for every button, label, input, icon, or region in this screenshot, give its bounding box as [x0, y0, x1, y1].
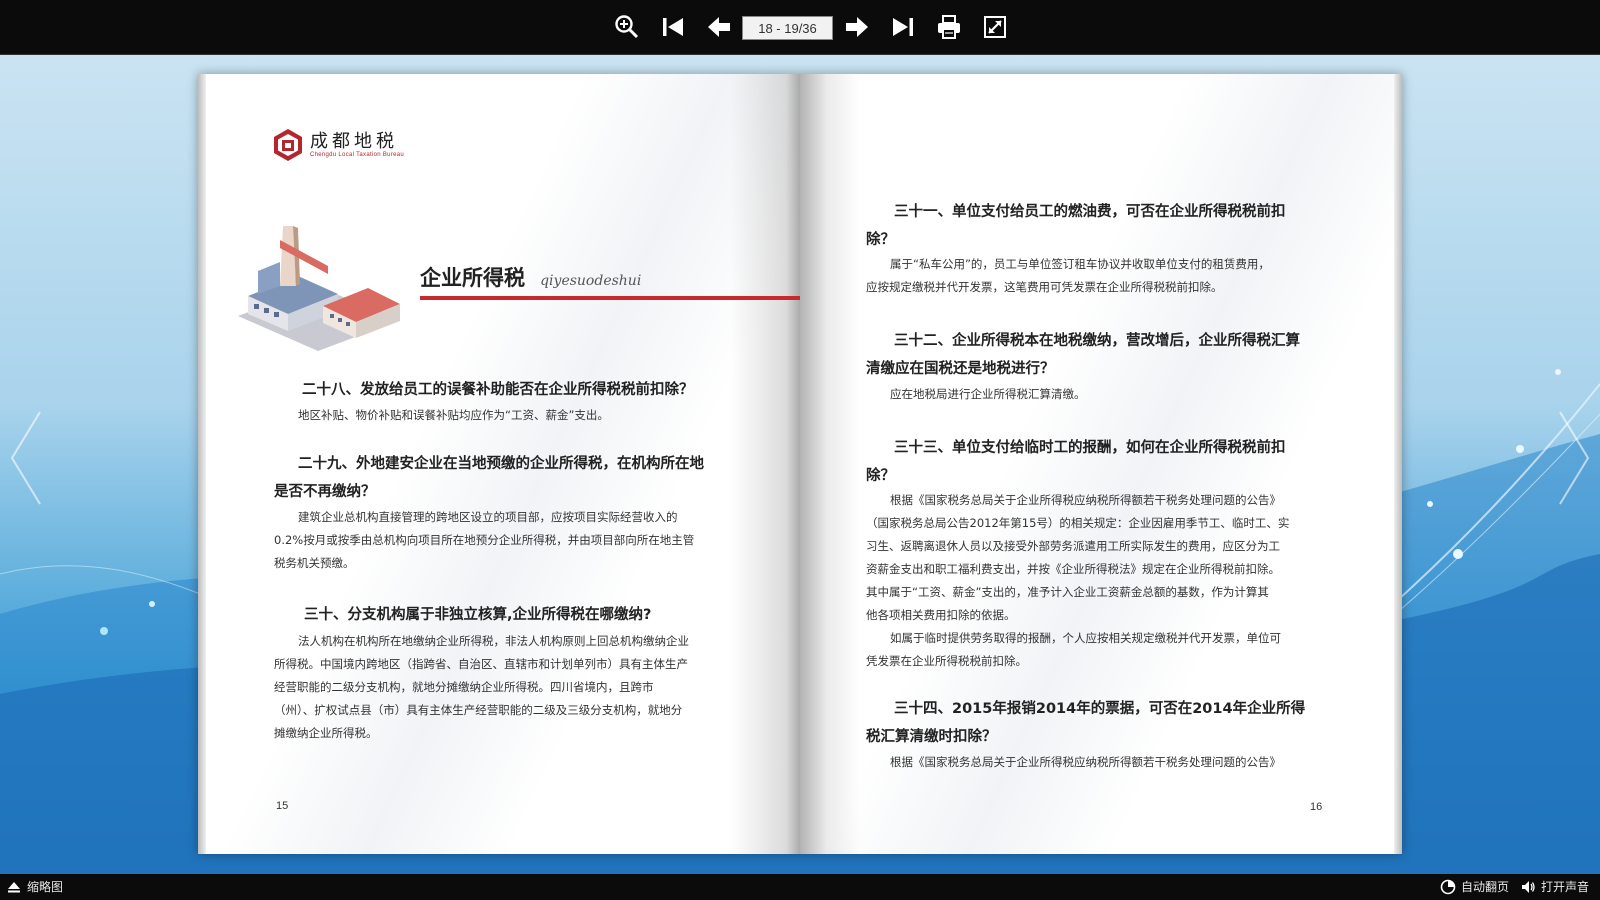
question-29-line1: 二十九、外地建安企业在当地预缴的企业所得税，在机构所在地	[298, 456, 704, 472]
answer-29-line1: 建筑企业总机构直接管理的跨地区设立的项目部，应按项目实际经营收入的	[298, 510, 678, 524]
question-31-line1: 三十一、单位支付给员工的燃油费，可否在企业所得税税前扣	[894, 204, 1286, 220]
answer-31-line2: 应按规定缴税并代开发票，这笔费用可凭发票在企业所得税税前扣除。	[866, 280, 1223, 294]
answer-30-line3: 经营职能的二级分支机构，就地分摊缴纳企业所得税。四川省境内，且跨市	[274, 680, 654, 694]
bureau-logo: 成都地税 Chengdu Local Taxation Bureau	[272, 128, 404, 162]
question-28: 二十八、发放给员工的误餐补助能否在企业所得税税前扣除？	[302, 382, 694, 398]
question-32-line2: 清缴应在国税还是地税进行？	[866, 361, 1055, 377]
answer-34-line1: 根据《国家税务总局关于企业所得税应纳税所得额若干税务处理问题的公告》	[890, 755, 1281, 769]
viewer-toolbar: 18 - 19/36	[0, 0, 1600, 55]
answer-30-line5: 摊缴纳企业所得税。	[274, 726, 378, 740]
prev-page-icon[interactable]	[704, 12, 734, 42]
section-heading: 企业所得税 qiyesuodeshui	[420, 262, 641, 292]
logo-text-cn: 成都地税	[310, 131, 398, 152]
page-indicator[interactable]: 18 - 19/36	[742, 16, 833, 40]
thumbnails-label: 缩略图	[27, 880, 64, 894]
answer-32: 应在地税局进行企业所得税汇算清缴。	[890, 387, 1086, 401]
fullscreen-icon[interactable]	[980, 12, 1010, 42]
print-icon[interactable]	[934, 12, 964, 42]
eject-up-icon	[8, 881, 20, 892]
logo-text-en: Chengdu Local Taxation Bureau	[310, 152, 404, 158]
question-33-line2: 除？	[866, 468, 895, 484]
next-spread-arrow[interactable]	[1554, 408, 1594, 508]
flipbook-spread: 成都地税 Chengdu Local Taxation Bureau 企业所得税…	[198, 74, 1402, 854]
left-page[interactable]: 成都地税 Chengdu Local Taxation Bureau 企业所得税…	[198, 74, 800, 854]
section-divider	[420, 296, 800, 300]
answer-33-line4: 资薪金支出和职工福利费支出，并按《企业所得税法》规定在企业所得税前扣除。	[866, 562, 1280, 576]
question-33-line1: 三十三、单位支付给临时工的报酬，如何在企业所得税税前扣	[894, 440, 1286, 456]
prev-spread-arrow[interactable]	[6, 408, 46, 508]
auto-flip-button[interactable]: 自动翻页	[1440, 878, 1509, 895]
factory-illustration	[238, 226, 400, 351]
next-page-icon[interactable]	[842, 12, 872, 42]
question-32-line1: 三十二、企业所得税本在地税缴纳，营改增后，企业所得税汇算	[894, 333, 1300, 349]
sound-toggle-button[interactable]: 打开声音	[1520, 878, 1589, 895]
section-title: 企业所得税	[420, 266, 525, 290]
question-30: 三十、分支机构属于非独立核算,企业所得税在哪缴纳?	[304, 607, 652, 623]
answer-30-line1: 法人机构在机构所在地缴纳企业所得税，非法人机构原则上回总机构缴纳企业	[298, 634, 689, 648]
answer-33-line2: （国家税务总局公告2012年第15号）的相关规定：企业因雇用季节工、临时工、实	[866, 516, 1290, 530]
answer-31-line1: 属于“私车公用”的，员工与单位签订租车协议并收取单位支付的租赁费用，	[890, 257, 1270, 271]
answer-33-line7: 如属于临时提供劳务取得的报酬，个人应按相关规定缴税并代开发票，单位可	[890, 631, 1281, 645]
viewer-bottom-bar: 缩略图 自动翻页 打开声音	[0, 874, 1600, 900]
answer-33-line5: 其中属于“工资、薪金”支出的，准予计入企业工资薪金总额的基数，作为计算其	[866, 585, 1269, 599]
answer-33-line3: 习生、返聘离退休人员以及接受外部劳务派遣用工所实际发生的费用，应区分为工	[866, 539, 1280, 553]
answer-33-line6: 他各项相关费用扣除的依据。	[866, 608, 1016, 622]
question-29-line2: 是否不再缴纳？	[274, 484, 376, 500]
bureau-emblem-icon	[274, 129, 302, 161]
answer-29-line2: 0.2%按月或按季由总机构向项目所在地预分企业所得税，并由项目部向所在地主管	[274, 533, 695, 547]
thumbnails-button[interactable]: 缩略图	[6, 878, 63, 895]
answer-30-line4: （州）、扩权试点县（市）具有主体生产经营职能的二级及三级分支机构，就地分	[274, 703, 683, 717]
question-31-line2: 除？	[866, 232, 895, 248]
question-34-line2: 税汇算清缴时扣除？	[866, 729, 997, 745]
page-number-right: 16	[1310, 801, 1323, 813]
speaker-icon	[1522, 880, 1535, 893]
last-page-icon[interactable]	[888, 12, 918, 42]
answer-33-line1: 根据《国家税务总局关于企业所得税应纳税所得额若干税务处理问题的公告》	[890, 493, 1281, 507]
section-pinyin: qiyesuodeshui	[540, 273, 642, 289]
zoom-in-icon[interactable]	[612, 12, 642, 42]
first-page-icon[interactable]	[658, 12, 688, 42]
right-page[interactable]: 三十一、单位支付给员工的燃油费，可否在企业所得税税前扣 除？ 属于“私车公用”的…	[800, 74, 1402, 854]
clock-icon	[1440, 879, 1456, 894]
answer-33-line8: 凭发票在企业所得税税前扣除。	[866, 654, 1027, 668]
auto-flip-label: 自动翻页	[1461, 880, 1510, 894]
page-number-left: 15	[276, 800, 289, 812]
answer-29-line3: 税务机关预缴。	[274, 556, 355, 570]
answer-30-line2: 所得税。中国境内跨地区（指跨省、自治区、直辖市和计划单列市）具有主体生产	[274, 657, 688, 671]
sound-label: 打开声音	[1541, 880, 1590, 894]
question-34-line1: 三十四、2015年报销2014年的票据，可否在2014年企业所得	[894, 701, 1306, 717]
answer-28: 地区补贴、物价补贴和误餐补贴均应作为“工资、薪金”支出。	[298, 408, 609, 422]
